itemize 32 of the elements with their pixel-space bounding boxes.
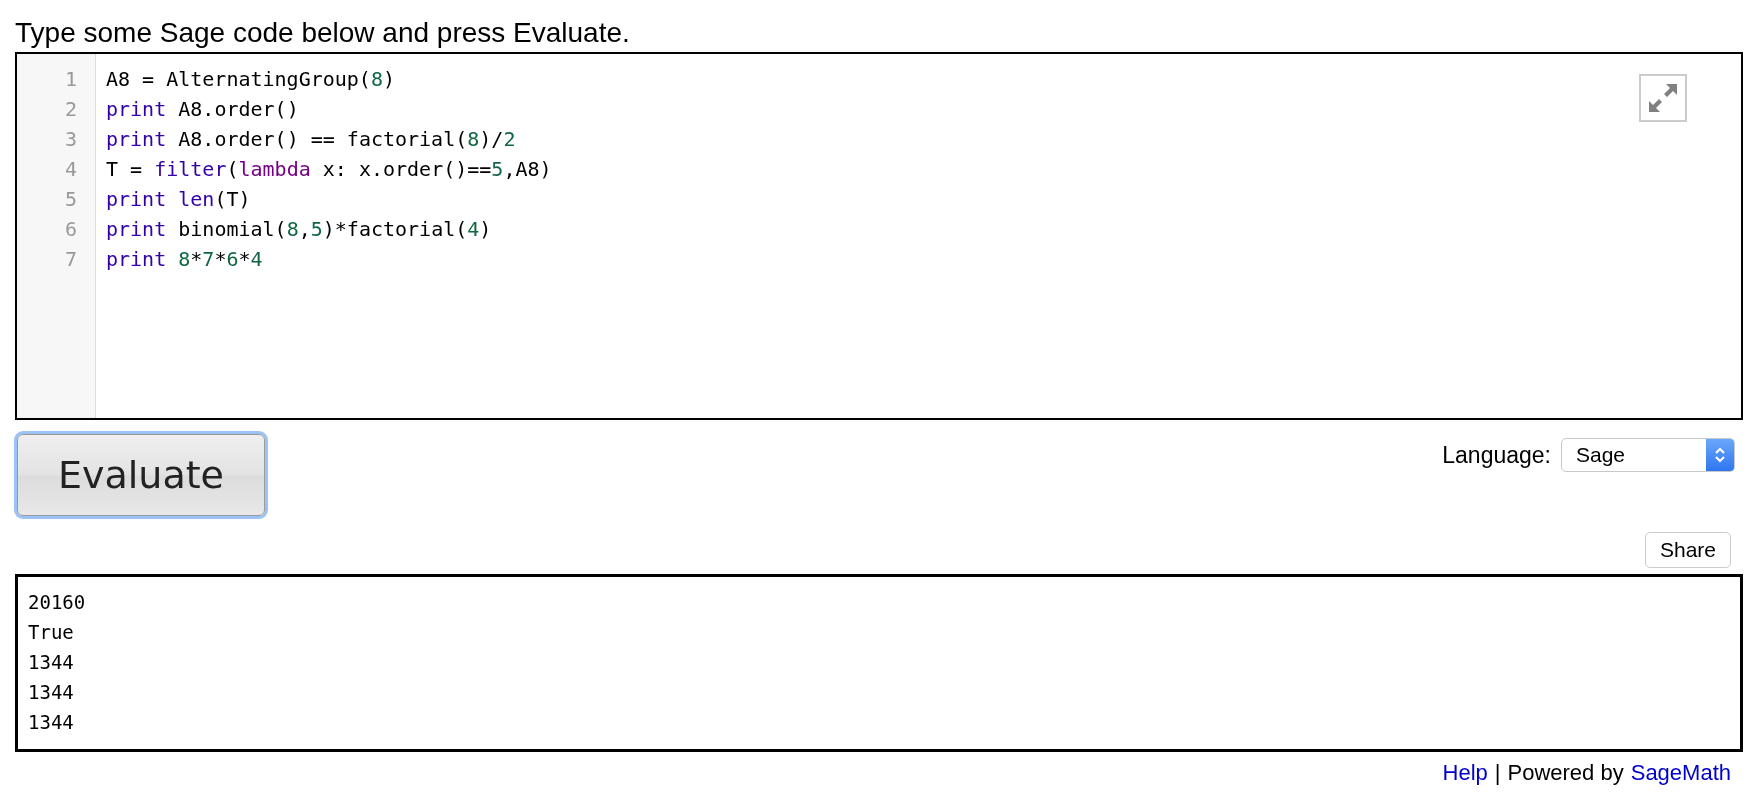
code-line: print A8.order() [106,96,299,123]
line-number: 5 [63,186,78,213]
line-number: 6 [63,216,78,243]
fullscreen-button[interactable] [1639,74,1687,122]
language-select[interactable]: Sage [1561,438,1735,472]
share-button[interactable]: Share [1644,532,1731,568]
code-line: print A8.order() == factorial(8)/2 [106,126,516,153]
language-label: Language: [1442,441,1551,469]
help-link[interactable]: Help [1442,760,1488,786]
output-line: 1344 [28,680,75,705]
chevron-updown-icon [1713,445,1727,465]
line-number: 4 [63,156,78,183]
sagemath-link[interactable]: SageMath [1630,760,1731,786]
line-number: 3 [63,126,78,153]
output-line: 20160 [28,590,87,615]
line-number: 7 [63,246,78,273]
code-line: print 8*7*6*4 [106,246,263,273]
code-editor[interactable]: 1 2 3 4 5 6 7 A8 = AlternatingGroup(8) print A8.order() print A8.order() == factorial(8)/2 T = filter(lambda x: x.order()==5,A8) print len(T) print binomial(8,5)*factorial(4) print 8*7*6*4 [15,52,1743,420]
expand-icon [1646,81,1680,115]
output-line: True [28,620,75,645]
separator-text: | [1494,760,1501,786]
powered-by-text: Powered by [1507,760,1624,786]
instructions-text: Type some Sage code below and press Evaluate. [15,16,631,50]
code-line: print len(T) [106,186,251,213]
output-line: 1344 [28,710,75,735]
line-number: 2 [63,96,78,123]
output-line: 1344 [28,650,75,675]
code-line: T = filter(lambda x: x.order()==5,A8) [106,156,552,183]
code-line: A8 = AlternatingGroup(8) [106,66,395,93]
code-line: print binomial(8,5)*factorial(4) [106,216,492,243]
evaluate-button[interactable]: Evaluate [17,434,265,516]
line-number: 1 [63,66,78,93]
